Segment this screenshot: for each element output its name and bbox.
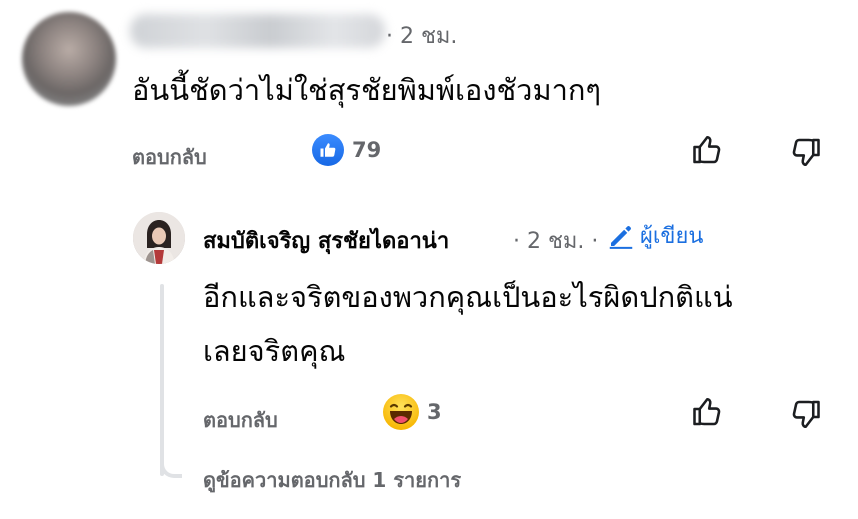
author-badge: ผู้เขียน xyxy=(606,218,703,253)
comment-text: อันนี้ชัดว่าไม่ใช่สุรชัยพิมพ์เองชัวมากๆ xyxy=(132,73,601,107)
commenter-avatar[interactable] xyxy=(22,12,116,106)
like-icon xyxy=(312,134,344,166)
comment-reply-button[interactable]: ตอบกลับ xyxy=(132,141,207,173)
thumbs-down-icon[interactable] xyxy=(787,134,823,174)
reply-author-avatar[interactable] xyxy=(133,212,185,264)
comment-reactions[interactable]: 79 xyxy=(312,134,381,166)
comment-time: · 2 ชม. xyxy=(386,24,458,49)
haha-count: 3 xyxy=(427,400,442,424)
view-replies-link[interactable]: ดูข้อความตอบกลับ 1 รายการ xyxy=(203,464,461,496)
reply-author-name[interactable]: สมบัติเจริญ สุรชัยไดอาน่า xyxy=(203,223,449,258)
reply-thumbs-down-icon[interactable] xyxy=(787,396,823,436)
thumbs-up-icon[interactable] xyxy=(690,132,726,172)
reply-time: · 2 ชม. · xyxy=(513,229,599,254)
reply-thumbs-up-icon[interactable] xyxy=(690,394,726,434)
author-badge-label: ผู้เขียน xyxy=(640,224,704,249)
haha-icon xyxy=(383,394,419,430)
reply-reactions[interactable]: 3 xyxy=(383,394,442,430)
reply-text-line-1: อีกและจริตของพวกคุณเป็นอะไรผิดปกติแน่ xyxy=(203,280,733,314)
like-count: 79 xyxy=(352,138,382,162)
thread-line xyxy=(160,284,164,476)
pencil-icon xyxy=(606,221,636,251)
reply-text-line-2: เลยจริตคุณ xyxy=(203,334,346,368)
commenter-name-obscured[interactable] xyxy=(130,14,385,48)
reply-reply-button[interactable]: ตอบกลับ xyxy=(203,404,278,436)
